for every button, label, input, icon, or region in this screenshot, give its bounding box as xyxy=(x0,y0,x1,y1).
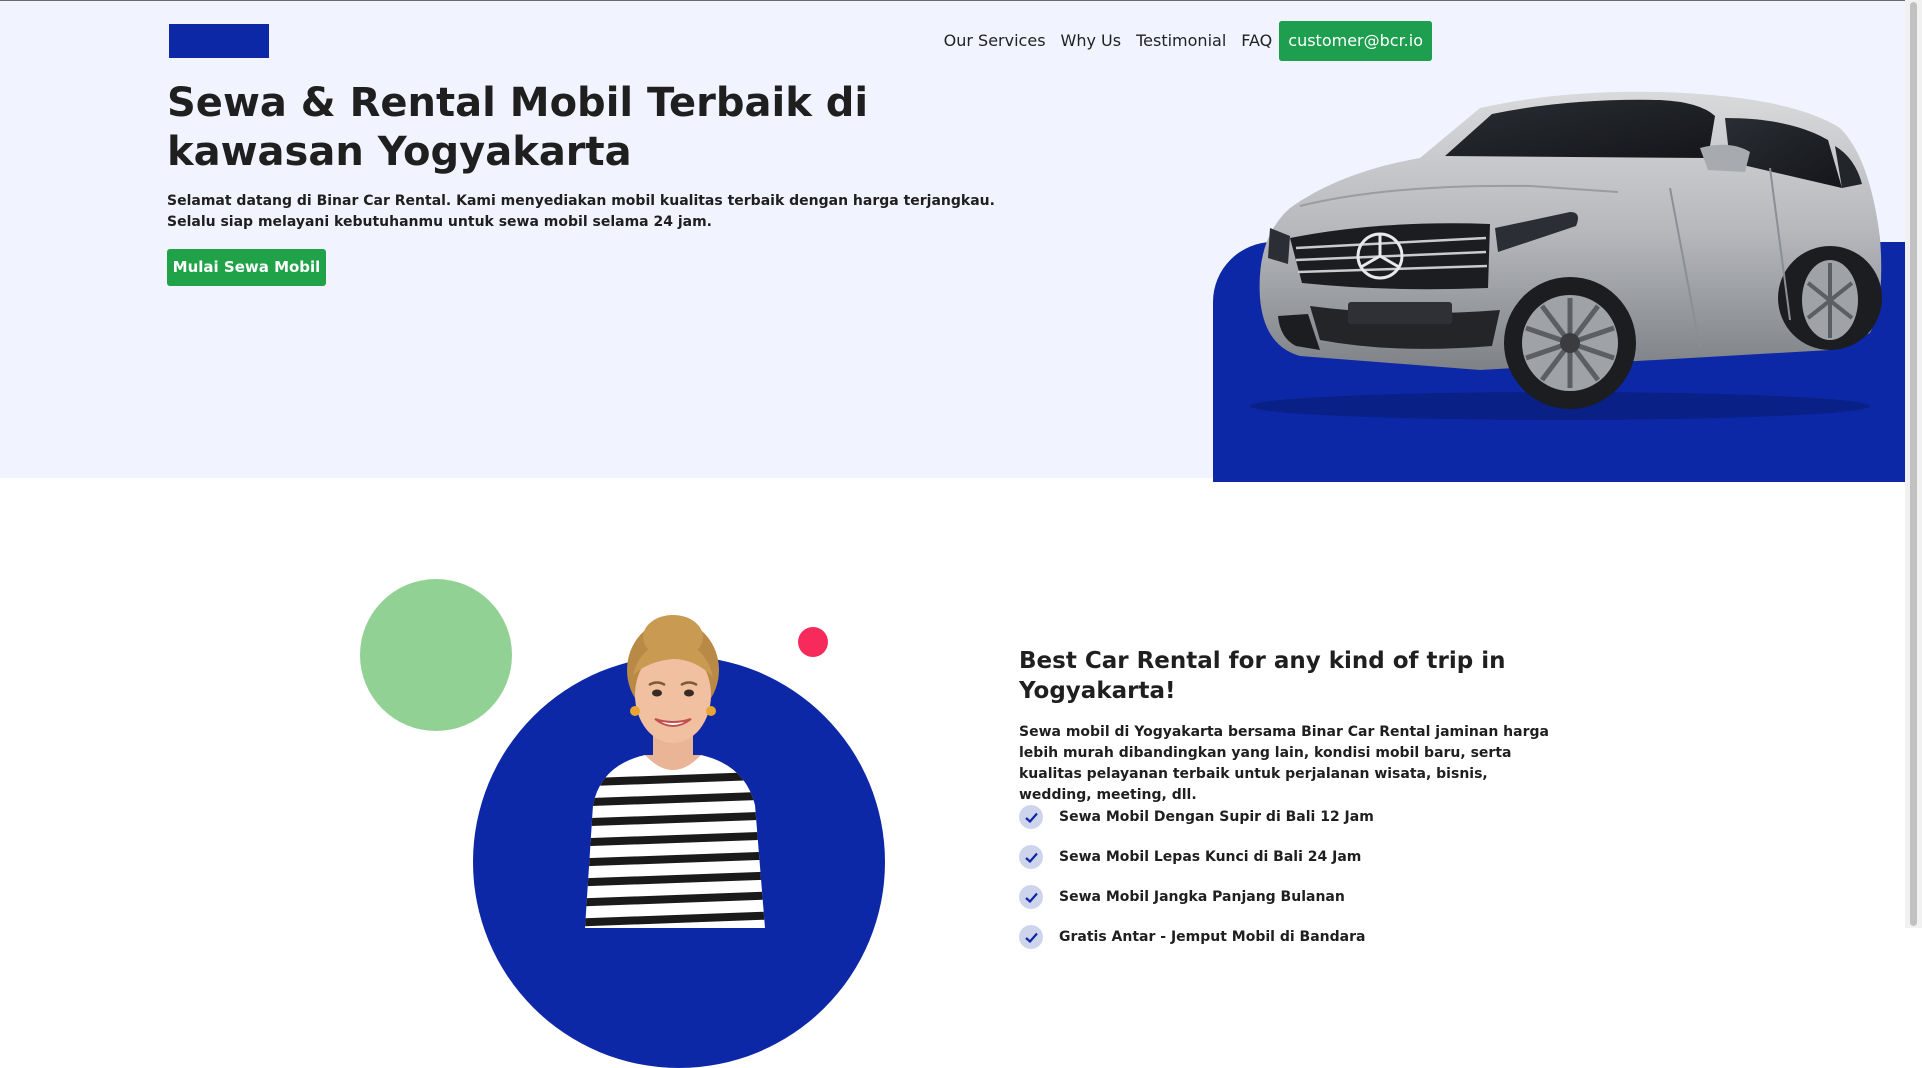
list-item: Sewa Mobil Jangka Panjang Bulanan xyxy=(1019,877,1579,917)
why-choose-title: Best Car Rental for any kind of trip in … xyxy=(1019,648,1506,704)
list-item: Gratis Antar - Jemput Mobil di Bandara xyxy=(1019,917,1579,957)
brand-logo[interactable] xyxy=(169,24,269,58)
hero-description-line-1: Selamat datang di Binar Car Rental. Kami… xyxy=(167,193,995,209)
list-item: Sewa Mobil Dengan Supir di Bali 12 Jam xyxy=(1019,797,1579,837)
hero-description: Selamat datang di Binar Car Rental. Kami… xyxy=(167,191,995,233)
scrollbar-thumb[interactable] xyxy=(1910,2,1917,926)
list-item-label: Sewa Mobil Dengan Supir di Bali 12 Jam xyxy=(1059,809,1374,825)
start-rental-button[interactable]: Mulai Sewa Mobil xyxy=(167,249,326,286)
list-item: Sewa Mobil Lepas Kunci di Bali 24 Jam xyxy=(1019,837,1579,877)
benefit-list: Sewa Mobil Dengan Supir di Bali 12 Jam S… xyxy=(1019,797,1579,957)
list-item-label: Sewa Mobil Jangka Panjang Bulanan xyxy=(1059,889,1345,905)
decorative-green-circle xyxy=(360,579,512,731)
vertical-scrollbar[interactable] xyxy=(1905,0,1922,928)
list-item-label: Gratis Antar - Jemput Mobil di Bandara xyxy=(1059,929,1366,945)
check-icon xyxy=(1019,885,1043,909)
hero-title: Sewa & Rental Mobil Terbaik di kawasan Y… xyxy=(167,80,869,175)
nav-link-why-us[interactable]: Why Us xyxy=(1061,21,1122,61)
check-icon xyxy=(1019,925,1043,949)
list-item-label: Sewa Mobil Lepas Kunci di Bali 24 Jam xyxy=(1059,849,1362,865)
nav-link-our-services[interactable]: Our Services xyxy=(944,21,1046,61)
hero-description-line-2: Selalu siap melayani kebutuhanmu untuk s… xyxy=(167,214,712,230)
check-icon xyxy=(1019,845,1043,869)
contact-email-button[interactable]: customer@bcr.io xyxy=(1279,21,1432,61)
nav-link-testimonial[interactable]: Testimonial xyxy=(1136,21,1226,61)
woman-image xyxy=(585,615,765,928)
car-image xyxy=(1250,91,1882,420)
check-icon xyxy=(1019,805,1043,829)
main-navigation: Our Services Why Us Testimonial FAQ cust… xyxy=(929,21,1432,61)
why-choose-description: Sewa mobil di Yogyakarta bersama Binar C… xyxy=(1019,724,1549,803)
nav-link-faq[interactable]: FAQ xyxy=(1241,21,1272,61)
